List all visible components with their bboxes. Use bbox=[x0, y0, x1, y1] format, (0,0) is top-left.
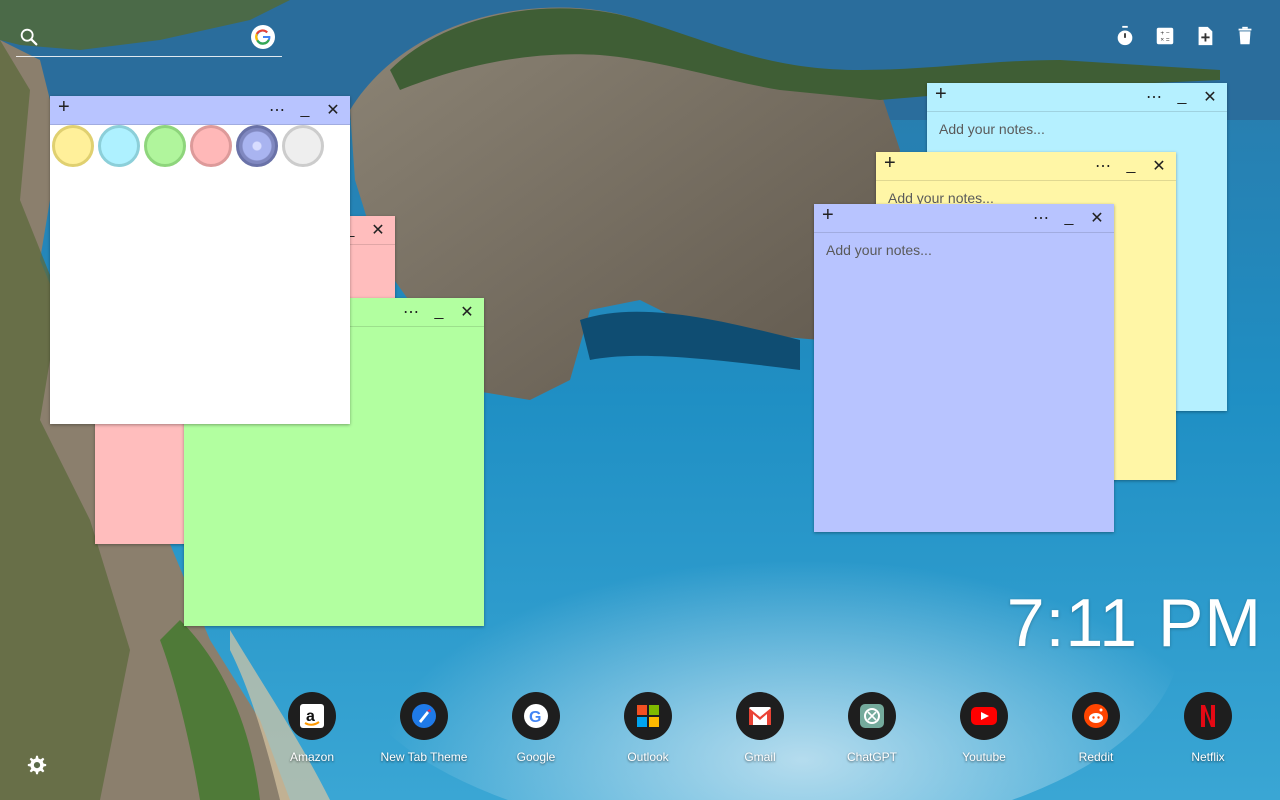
shortcut-new-tab-theme[interactable]: New Tab Theme bbox=[368, 692, 480, 764]
svg-text:G: G bbox=[529, 709, 541, 726]
calculator-icon[interactable]: + − × = bbox=[1154, 24, 1176, 48]
shortcut-label: Youtube bbox=[962, 750, 1006, 764]
note-header[interactable]: + ⋯ _ ✕ bbox=[814, 204, 1114, 233]
note-header[interactable]: + ⋯ _ ✕ bbox=[927, 83, 1227, 112]
sticky-note-blue[interactable]: + ⋯ _ ✕ bbox=[814, 204, 1114, 532]
outlook-icon bbox=[624, 692, 672, 740]
svg-text:=: = bbox=[1166, 37, 1170, 44]
google-icon: G bbox=[512, 692, 560, 740]
note-textarea[interactable] bbox=[824, 240, 1104, 522]
chatgpt-icon bbox=[848, 692, 896, 740]
close-icon[interactable]: ✕ bbox=[1201, 88, 1219, 106]
shortcut-label: Google bbox=[516, 750, 556, 764]
add-note-icon[interactable]: + bbox=[58, 97, 72, 117]
color-swatch-yellow[interactable] bbox=[52, 125, 94, 167]
add-note-icon[interactable]: + bbox=[822, 205, 836, 225]
sticky-note-color-picker[interactable]: + ⋯ _ ✕ bbox=[50, 96, 350, 424]
shortcut-amazon[interactable]: a Amazon bbox=[256, 692, 368, 764]
close-icon[interactable]: ✕ bbox=[369, 221, 387, 239]
search-bar bbox=[16, 22, 282, 57]
close-icon[interactable]: ✕ bbox=[1150, 157, 1168, 175]
shortcut-outlook[interactable]: Outlook bbox=[592, 692, 704, 764]
close-icon[interactable]: ✕ bbox=[458, 303, 476, 321]
gmail-icon bbox=[736, 692, 784, 740]
minimize-icon[interactable]: _ bbox=[1060, 209, 1078, 227]
note-header[interactable]: + ⋯ _ ✕ bbox=[876, 152, 1176, 181]
shortcut-chatgpt[interactable]: ChatGPT bbox=[816, 692, 928, 764]
youtube-icon bbox=[960, 692, 1008, 740]
more-options-icon[interactable]: ⋯ bbox=[1094, 157, 1112, 175]
close-icon[interactable]: ✕ bbox=[1088, 209, 1106, 227]
shortcut-label: Amazon bbox=[289, 750, 335, 764]
minimize-icon[interactable]: _ bbox=[1173, 88, 1191, 106]
shortcut-label: ChatGPT bbox=[846, 750, 897, 764]
shortcut-label: New Tab Theme bbox=[380, 750, 468, 764]
more-options-icon[interactable]: ⋯ bbox=[268, 101, 286, 119]
search-input[interactable] bbox=[44, 26, 248, 50]
color-swatch-green[interactable] bbox=[144, 125, 186, 167]
shortcut-gmail[interactable]: Gmail bbox=[704, 692, 816, 764]
google-icon[interactable] bbox=[251, 25, 275, 49]
color-swatch-gray[interactable] bbox=[282, 125, 324, 167]
shortcut-netflix[interactable]: Netflix bbox=[1152, 692, 1264, 764]
trash-icon[interactable] bbox=[1234, 24, 1256, 48]
shortcut-label: Outlook bbox=[627, 750, 669, 764]
reddit-icon bbox=[1072, 692, 1120, 740]
color-palette bbox=[52, 125, 324, 167]
close-icon[interactable]: ✕ bbox=[324, 101, 342, 119]
svg-text:a: a bbox=[306, 708, 315, 725]
shortcut-google[interactable]: G Google bbox=[480, 692, 592, 764]
more-options-icon[interactable]: ⋯ bbox=[1032, 209, 1050, 227]
more-options-icon[interactable]: ⋯ bbox=[1145, 88, 1163, 106]
netflix-icon bbox=[1184, 692, 1232, 740]
gear-icon[interactable] bbox=[26, 754, 48, 776]
add-note-icon[interactable]: + bbox=[884, 153, 898, 173]
search-icon[interactable] bbox=[18, 26, 40, 48]
new-tab-theme-icon bbox=[400, 692, 448, 740]
quick-links-dock: a Amazon New Tab Theme G Google Outlook … bbox=[270, 692, 1250, 772]
shortcut-label: Reddit bbox=[1078, 750, 1114, 764]
clock: 7:11 PM bbox=[1006, 585, 1262, 661]
shortcut-label: Gmail bbox=[744, 750, 776, 764]
note-header[interactable]: + ⋯ _ ✕ bbox=[50, 96, 350, 125]
new-note-icon[interactable] bbox=[1194, 24, 1216, 48]
add-note-icon[interactable]: + bbox=[935, 84, 949, 104]
color-swatch-cyan[interactable] bbox=[98, 125, 140, 167]
top-toolbar: + − × = bbox=[1114, 24, 1256, 48]
minimize-icon[interactable]: _ bbox=[296, 101, 314, 119]
color-swatch-blue-selected[interactable] bbox=[236, 125, 278, 167]
shortcut-youtube[interactable]: Youtube bbox=[928, 692, 1040, 764]
color-swatch-pink[interactable] bbox=[190, 125, 232, 167]
shortcut-label: Netflix bbox=[1191, 750, 1225, 764]
amazon-icon: a bbox=[288, 692, 336, 740]
svg-text:×: × bbox=[1160, 37, 1164, 44]
minimize-icon[interactable]: _ bbox=[1122, 157, 1140, 175]
shortcut-reddit[interactable]: Reddit bbox=[1040, 692, 1152, 764]
timer-icon[interactable] bbox=[1114, 24, 1136, 48]
more-options-icon[interactable]: ⋯ bbox=[402, 303, 420, 321]
minimize-icon[interactable]: _ bbox=[430, 303, 448, 321]
